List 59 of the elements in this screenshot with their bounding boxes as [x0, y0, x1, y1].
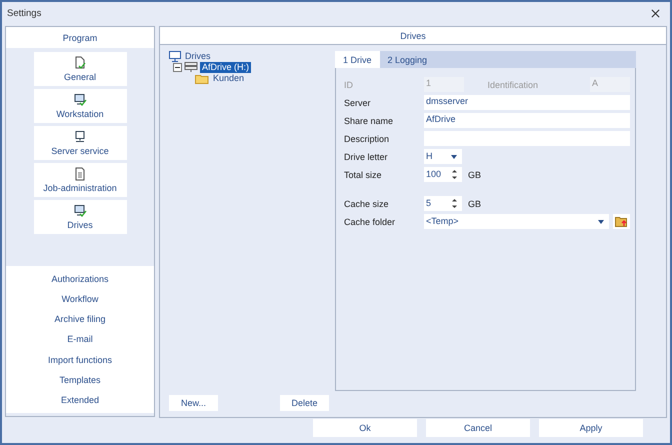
dropdown-field[interactable]: <Temp>: [424, 214, 609, 229]
input-field[interactable]: dmsserver: [424, 95, 630, 110]
unit-label: GB: [468, 170, 482, 180]
monitor-icon: [169, 51, 181, 62]
browse-folder-button[interactable]: [613, 214, 630, 229]
form-icon: [73, 167, 87, 181]
dialog-button[interactable]: Cancel: [426, 419, 530, 437]
field-label: Share name: [344, 116, 394, 126]
caret-icon: [451, 154, 457, 158]
field-label: Cache folder: [344, 216, 396, 226]
sidebar-item[interactable]: E-mail: [67, 333, 93, 346]
monitor-check-icon: [73, 204, 87, 218]
monitor-icon: [73, 130, 87, 144]
action-button[interactable]: Delete: [280, 395, 329, 411]
dialog-button[interactable]: Ok: [313, 419, 417, 437]
field-label: Server: [344, 98, 372, 108]
document-check-icon: [73, 56, 87, 70]
input-field[interactable]: [424, 131, 630, 146]
spin-field[interactable]: 100: [424, 167, 462, 182]
field-label: Identification: [487, 80, 538, 90]
folder-icon: [195, 74, 209, 84]
tree-item[interactable]: Kunden: [211, 73, 246, 84]
program-item[interactable]: Workstation: [34, 89, 126, 123]
sidebar-item[interactable]: Templates: [59, 374, 101, 386]
server-icon: [184, 62, 198, 73]
spin-arrows-icon: [452, 198, 457, 209]
sidebar-item[interactable]: Workflow: [62, 293, 98, 306]
sidebar-item[interactable]: Extended: [60, 394, 100, 406]
sidebar-item[interactable]: Import functions: [48, 354, 112, 366]
tree-item[interactable]: AfDrive (H:): [200, 62, 251, 73]
panel-header: Drives: [160, 27, 666, 45]
folder-arrow-icon: [615, 216, 628, 227]
field-label: Description: [344, 134, 390, 144]
field-label: Cache size: [344, 198, 390, 208]
monitor-check-icon: [73, 93, 87, 107]
action-button[interactable]: New...: [169, 395, 218, 411]
sidebar-header: Program: [6, 27, 154, 48]
close-icon[interactable]: [651, 8, 660, 18]
program-item[interactable]: General: [34, 52, 126, 86]
field-label: Drive letter: [344, 152, 389, 162]
dropdown-field[interactable]: H: [424, 149, 462, 164]
tab[interactable]: 2 Logging: [380, 51, 436, 68]
field-label: Total size: [344, 170, 383, 180]
program-item[interactable]: Job-administration: [34, 163, 126, 197]
spin-arrows-icon: [452, 169, 457, 180]
spin-field[interactable]: 5: [424, 196, 462, 211]
program-item[interactable]: Server service: [34, 126, 126, 160]
unit-label: GB: [468, 198, 482, 208]
window-title: Settings: [7, 8, 42, 18]
field-label: ID: [344, 80, 354, 90]
dialog-button[interactable]: Apply: [539, 419, 643, 437]
program-item[interactable]: Drives: [34, 200, 126, 234]
tree-item[interactable]: Drives: [183, 51, 213, 62]
sidebar-item[interactable]: Authorizations: [51, 273, 109, 286]
tab[interactable]: 1 Drive: [335, 51, 380, 68]
collapse-toggle[interactable]: [173, 63, 182, 72]
caret-icon: [598, 220, 604, 224]
input-field[interactable]: AfDrive: [424, 113, 630, 128]
sidebar-item[interactable]: Archive filing: [54, 313, 106, 326]
